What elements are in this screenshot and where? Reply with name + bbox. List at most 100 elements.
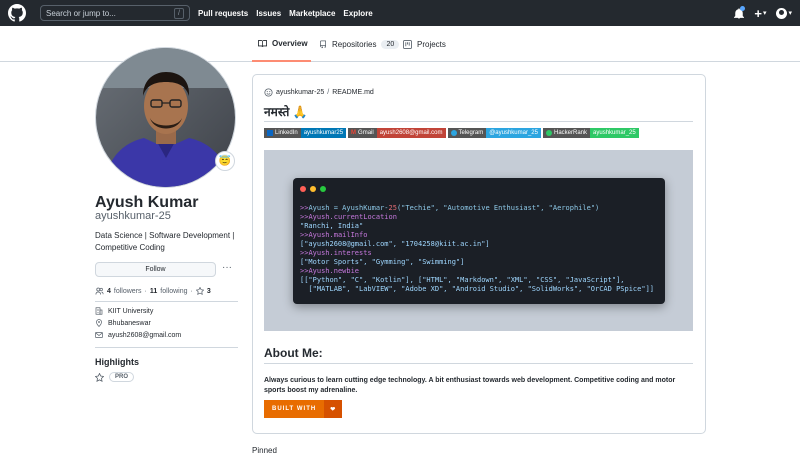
- code-line: Ayush.mailInfo: [308, 231, 368, 239]
- followers-count[interactable]: 4: [107, 288, 111, 295]
- telegram-badge[interactable]: Telegram @ayushkumar_25: [447, 128, 541, 138]
- tab-repositories-label: Repositories: [332, 39, 377, 49]
- nav-pull-requests[interactable]: Pull requests: [198, 9, 248, 18]
- nav-marketplace[interactable]: Marketplace: [289, 9, 335, 18]
- email-item: ayush2608@gmail.com: [95, 331, 181, 339]
- pinned-heading: Pinned: [252, 446, 277, 455]
- built-with-love-badge[interactable]: BUILT WITH ❤: [264, 400, 343, 418]
- smiley-icon: [264, 88, 273, 97]
- stars-count[interactable]: 3: [207, 288, 211, 295]
- organization-icon: [95, 307, 103, 315]
- notification-dot-icon: [740, 5, 746, 11]
- linkedin-badge[interactable]: LinkedIn ayushkumar25: [264, 128, 347, 138]
- tab-projects[interactable]: Projects: [403, 26, 446, 62]
- readme-banner-image: >>Ayush = AyushKumar-25("Techie", "Autom…: [264, 150, 693, 331]
- create-new-menu[interactable]: + ▾: [754, 6, 766, 21]
- nav-explore[interactable]: Explore: [343, 9, 372, 18]
- hackerrank-icon: [546, 130, 552, 136]
- gmail-badge[interactable]: M Gmail ayush2608@gmail.com: [348, 128, 446, 138]
- telegram-icon: [450, 130, 457, 136]
- plus-icon: +: [754, 5, 762, 21]
- readme-heading-rule: [264, 121, 693, 122]
- code-number: 25: [388, 204, 397, 212]
- heart-icon: ❤: [324, 400, 343, 418]
- smiling-halo-face-icon: 😇: [218, 155, 232, 167]
- maximize-dot-icon: [320, 186, 326, 192]
- status-emoji-button[interactable]: 😇: [215, 151, 235, 171]
- search-placeholder: Search or jump to...: [46, 8, 116, 18]
- gmail-badge-value: ayush2608@gmail.com: [376, 128, 446, 138]
- linkedin-icon: [267, 130, 273, 136]
- nav-issues[interactable]: Issues: [256, 9, 281, 18]
- highlights-heading: Highlights: [95, 357, 139, 367]
- terminal-window: >>Ayush = AyushKumar-25("Techie", "Autom…: [293, 178, 665, 304]
- window-traffic-lights: [300, 186, 665, 192]
- code-output: ["Motor Sports", "Gymming", "Swimming"]: [300, 258, 465, 266]
- chevron-down-icon: ▾: [788, 10, 792, 17]
- notifications-bell-icon[interactable]: [734, 5, 746, 19]
- star-icon: [95, 372, 104, 382]
- gmail-badge-label: Gmail: [358, 130, 374, 136]
- telegram-badge-label: Telegram: [458, 130, 484, 136]
- readme-path-file[interactable]: README.md: [332, 89, 374, 96]
- tab-overview-label: Overview: [272, 38, 308, 48]
- linkedin-badge-label: LinkedIn: [275, 130, 298, 136]
- code-line: Ayush.currentLocation: [308, 213, 397, 221]
- about-heading-rule: [264, 363, 693, 364]
- social-badges: LinkedIn ayushkumar25 M Gmail ayush2608@g…: [264, 128, 639, 138]
- linkedin-badge-value: ayushkumar25: [300, 128, 347, 138]
- more-options-icon[interactable]: ···: [222, 262, 232, 273]
- code-line: Ayush = AyushKumar-: [308, 204, 389, 212]
- following-label[interactable]: following: [160, 288, 187, 295]
- hackerrank-badge-value: ayushkumar_25: [590, 128, 639, 138]
- slash-shortcut-hint: /: [174, 7, 184, 19]
- code-line: Ayush.interests: [308, 249, 372, 257]
- repositories-count-badge: 20: [381, 39, 400, 49]
- user-menu[interactable]: ▾: [776, 7, 792, 19]
- hackerrank-badge[interactable]: HackerRank ayushkumar_25: [543, 128, 639, 138]
- star-icon: [195, 287, 204, 295]
- tab-repositories[interactable]: Repositories 20: [319, 26, 400, 62]
- top-header: Search or jump to... / Pull requests Iss…: [0, 0, 800, 26]
- sidebar-divider: [95, 301, 238, 302]
- tab-overview[interactable]: Overview: [252, 26, 311, 62]
- code-output: [["Python", "C", "Kotlin"], ["HTML", "Ma…: [300, 276, 625, 284]
- gmail-icon: M: [351, 130, 357, 136]
- hackerrank-badge-label: HackerRank: [554, 130, 588, 136]
- stats-separator: ·: [190, 287, 193, 295]
- code-output: "Ranchi, India": [300, 222, 364, 230]
- book-icon: [258, 39, 267, 47]
- follow-button[interactable]: Follow: [95, 262, 216, 277]
- followers-label[interactable]: followers: [114, 288, 142, 295]
- following-count[interactable]: 11: [150, 288, 157, 295]
- about-me-heading: About Me:: [264, 346, 323, 360]
- user-avatar-small-icon: [776, 7, 788, 19]
- github-logo-icon[interactable]: [8, 4, 26, 22]
- profile-bio: Data Science | Software Development | Co…: [95, 231, 235, 252]
- pro-highlight: PRO: [95, 372, 135, 382]
- telegram-badge-value: @ayushkumar_25: [486, 128, 541, 138]
- search-input[interactable]: Search or jump to... /: [40, 5, 190, 21]
- avatar[interactable]: [95, 47, 236, 188]
- pro-badge[interactable]: PRO: [109, 372, 135, 382]
- readme-path: ayushkumar-25 / README.md: [264, 88, 374, 97]
- built-with-label: BUILT WITH: [264, 400, 325, 418]
- sidebar-divider: [95, 347, 238, 348]
- organization-text: KIIT University: [108, 307, 154, 315]
- code-line: Ayush.newbie: [308, 267, 360, 275]
- minimize-dot-icon: [310, 186, 316, 192]
- code-output: ["ayush2608@gmail.com", "1704258@kiit.ac…: [300, 240, 490, 248]
- header-right: + ▾ ▾: [734, 5, 792, 21]
- terminal-code: >>Ayush = AyushKumar-25("Techie", "Autom…: [300, 204, 665, 294]
- profile-username: ayushkumar-25: [95, 210, 171, 222]
- close-dot-icon: [300, 186, 306, 192]
- code-output: ["MATLAB", "LabVIEW", "Adobe XD", "Andro…: [300, 285, 655, 293]
- location-item: Bhubaneswar: [95, 319, 151, 327]
- tab-projects-label: Projects: [417, 39, 446, 49]
- chevron-down-icon: ▾: [762, 10, 767, 17]
- readme-greeting: नमस्ते 🙏: [264, 105, 308, 119]
- follow-stats: 4 followers · 11 following · 3: [95, 287, 211, 295]
- stats-separator: ·: [144, 287, 147, 295]
- email-link[interactable]: ayush2608@gmail.com: [108, 332, 181, 339]
- readme-path-user[interactable]: ayushkumar-25: [276, 89, 324, 96]
